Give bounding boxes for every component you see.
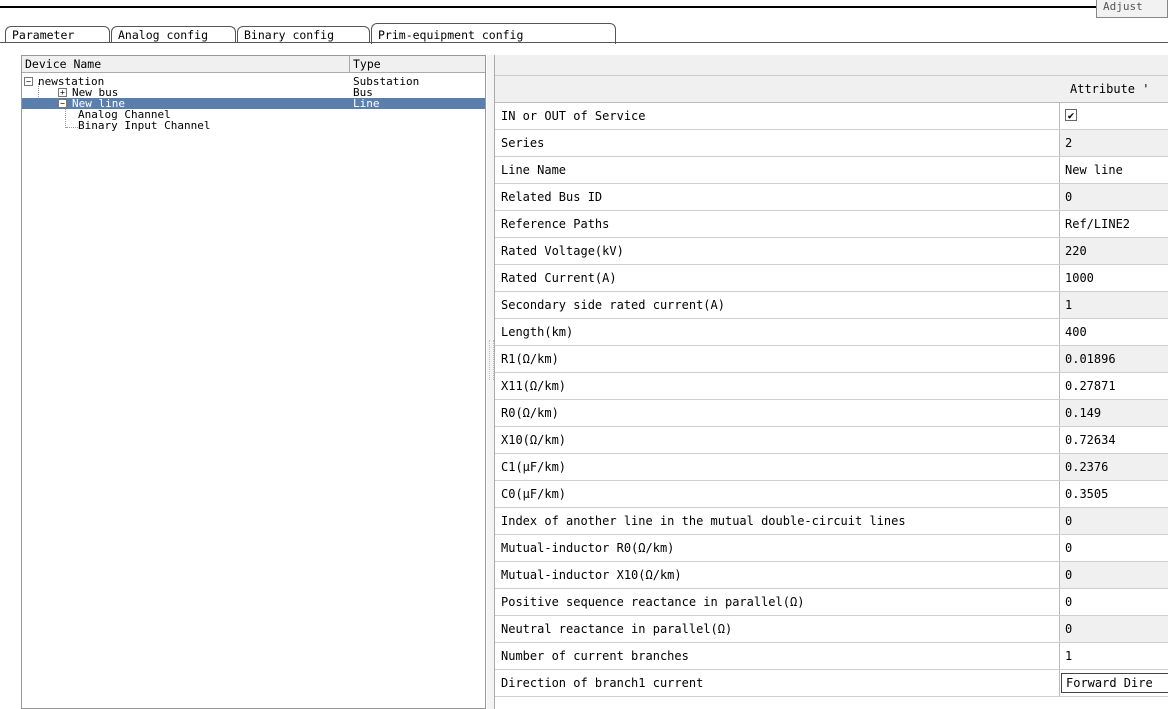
prop-row-r0[interactable]: R0(Ω/km) 0.149	[495, 400, 1168, 427]
panel-splitter[interactable]	[487, 55, 494, 709]
prop-value[interactable]: New line	[1060, 157, 1168, 183]
adjust-button[interactable]: Adjust	[1096, 0, 1168, 18]
prop-row-neutral-reactance[interactable]: Neutral reactance in parallel(Ω) 0	[495, 616, 1168, 643]
prop-row-related-bus-id[interactable]: Related Bus ID 0	[495, 184, 1168, 211]
prop-row-rated-voltage[interactable]: Rated Voltage(kV) 220	[495, 238, 1168, 265]
prop-value[interactable]: 1	[1060, 643, 1168, 669]
prop-value[interactable]: 0.01896	[1060, 346, 1168, 372]
tab-prim-equipment-config[interactable]: Prim-equipment config	[371, 23, 616, 44]
prop-value[interactable]: 0.27871	[1060, 373, 1168, 399]
prop-value[interactable]: 0	[1060, 616, 1168, 642]
prop-value[interactable]: Ref/LINE2	[1060, 211, 1168, 237]
prop-value[interactable]: 400	[1060, 319, 1168, 345]
tab-analog-config[interactable]: Analog config	[111, 26, 236, 43]
prop-row-in-or-out-of-service[interactable]: IN or OUT of Service ✔	[495, 103, 1168, 130]
prop-row-mutual-line-index[interactable]: Index of another line in the mutual doub…	[495, 508, 1168, 535]
properties-header: Attribute '	[495, 76, 1168, 103]
prop-row-series[interactable]: Series 2	[495, 130, 1168, 157]
prop-value[interactable]: ✔	[1060, 103, 1168, 129]
prop-row-branch1-direction[interactable]: Direction of branch1 current Forward Dir…	[495, 670, 1168, 697]
prop-row-x11[interactable]: X11(Ω/km) 0.27871	[495, 373, 1168, 400]
checkbox-checked-icon[interactable]: ✔	[1065, 109, 1077, 121]
prop-value[interactable]: 0	[1060, 562, 1168, 588]
prop-row-c0[interactable]: C0(μF/km) 0.3505	[495, 481, 1168, 508]
prop-row-number-of-branches[interactable]: Number of current branches 1	[495, 643, 1168, 670]
prop-value[interactable]: 0	[1060, 589, 1168, 615]
attribute-column-header[interactable]: Attribute '	[1070, 82, 1149, 96]
col-header-device-name[interactable]: Device Name	[25, 57, 101, 71]
top-border	[0, 6, 1168, 8]
column-separator[interactable]	[349, 56, 350, 72]
device-tree-panel: Device Name Type − newstation Substation…	[21, 55, 486, 709]
collapse-icon[interactable]: −	[24, 77, 33, 86]
direction-dropdown[interactable]: Forward Dire	[1061, 673, 1168, 693]
prop-value[interactable]: 0.149	[1060, 400, 1168, 426]
prop-value[interactable]: Forward Dire	[1060, 670, 1168, 696]
prop-value[interactable]: 0	[1060, 535, 1168, 561]
prop-row-positive-seq-reactance[interactable]: Positive sequence reactance in parallel(…	[495, 589, 1168, 616]
prop-value[interactable]: 0.3505	[1060, 481, 1168, 507]
prop-row-line-name[interactable]: Line Name New line	[495, 157, 1168, 184]
collapse-icon[interactable]: −	[58, 99, 67, 108]
prop-value[interactable]: 220	[1060, 238, 1168, 264]
prop-value[interactable]: 1000	[1060, 265, 1168, 291]
prop-value[interactable]: 2	[1060, 130, 1168, 156]
tab-baseline	[0, 42, 1168, 43]
properties-panel: Attribute ' IN or OUT of Service ✔ Serie…	[494, 55, 1168, 709]
tab-parameter[interactable]: Parameter	[5, 26, 110, 43]
prop-row-length[interactable]: Length(km) 400	[495, 319, 1168, 346]
prop-value[interactable]: 0	[1060, 184, 1168, 210]
prop-row-c1[interactable]: C1(μF/km) 0.2376	[495, 454, 1168, 481]
prop-row-secondary-rated-current[interactable]: Secondary side rated current(A) 1	[495, 292, 1168, 319]
expand-icon[interactable]: +	[58, 88, 67, 97]
properties-toolbar	[495, 55, 1168, 76]
tab-binary-config[interactable]: Binary config	[237, 26, 370, 43]
prop-value[interactable]: 0.72634	[1060, 427, 1168, 453]
prop-row-x10[interactable]: X10(Ω/km) 0.72634	[495, 427, 1168, 454]
tree-header: Device Name Type	[22, 56, 485, 73]
prop-row-mutual-inductor-r0[interactable]: Mutual-inductor R0(Ω/km) 0	[495, 535, 1168, 562]
tree-node-binary-input-channel[interactable]: Binary Input Channel	[22, 120, 485, 131]
col-header-type[interactable]: Type	[353, 57, 381, 71]
prop-value[interactable]: 1	[1060, 292, 1168, 318]
prop-row-r1[interactable]: R1(Ω/km) 0.01896	[495, 346, 1168, 373]
prop-value[interactable]: 0	[1060, 508, 1168, 534]
prop-row-rated-current[interactable]: Rated Current(A) 1000	[495, 265, 1168, 292]
prop-value[interactable]: 0.2376	[1060, 454, 1168, 480]
prop-row-reference-paths[interactable]: Reference Paths Ref/LINE2	[495, 211, 1168, 238]
prop-row-mutual-inductor-x10[interactable]: Mutual-inductor X10(Ω/km) 0	[495, 562, 1168, 589]
